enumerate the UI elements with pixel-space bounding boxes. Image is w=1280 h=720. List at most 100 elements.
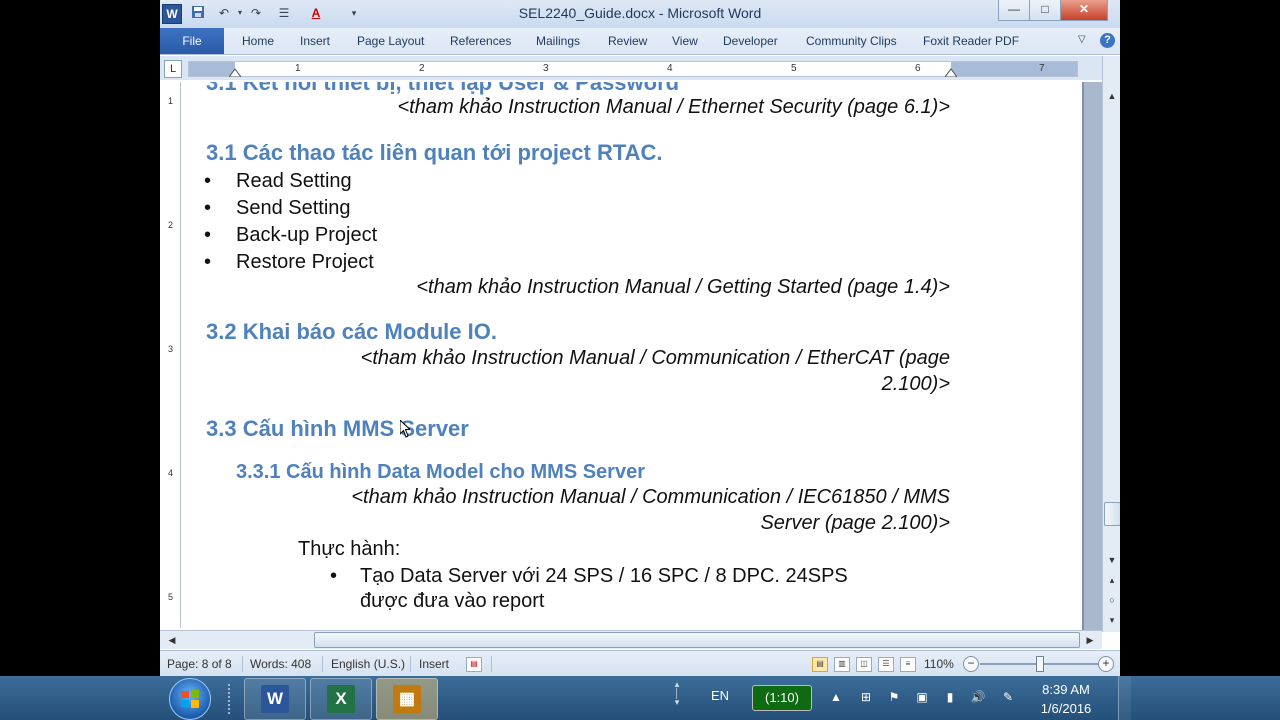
- language-status[interactable]: English (U.S.): [331, 657, 405, 671]
- print-layout-view-icon[interactable]: ▤: [812, 657, 828, 672]
- status-bar: Page: 8 of 8 Words: 408 English (U.S.) I…: [160, 650, 1120, 676]
- word-count[interactable]: Words: 408: [250, 657, 311, 671]
- windows-flag-tray-icon[interactable]: ⊞: [858, 689, 874, 705]
- list-item[interactable]: Read Setting: [236, 170, 352, 193]
- scroll-right-icon[interactable]: ▶: [1082, 632, 1098, 648]
- show-desktop-button[interactable]: [1118, 676, 1131, 720]
- ruler-number: 4: [667, 63, 673, 74]
- web-layout-icon[interactable]: ◫: [856, 657, 872, 672]
- macro-record-icon[interactable]: ▤: [466, 657, 482, 672]
- divider: [410, 656, 411, 672]
- input-language[interactable]: EN: [711, 688, 729, 703]
- word-icon: W: [261, 685, 289, 713]
- tab-developer[interactable]: Developer: [723, 28, 778, 54]
- list-item[interactable]: Back-up Project: [236, 224, 377, 247]
- practice-item-line1[interactable]: Tạo Data Server với 24 SPS / 16 SPC / 8 …: [360, 565, 848, 588]
- draft-view-icon[interactable]: ≡: [900, 657, 916, 672]
- next-page-icon[interactable]: ▾: [1104, 612, 1120, 628]
- tab-insert[interactable]: Insert: [300, 28, 330, 54]
- divider: [491, 656, 492, 672]
- network-icon[interactable]: ▣: [914, 689, 930, 705]
- scroll-down-icon[interactable]: ▼: [1104, 552, 1120, 568]
- reference-iec61850-line2[interactable]: Server (page 2.100)>: [272, 512, 950, 535]
- horizontal-scroll-thumb[interactable]: [314, 632, 1080, 648]
- battery-indicator[interactable]: (1:10): [752, 685, 812, 711]
- taskbar-scroll-icon[interactable]: ▴ │ ▾: [672, 680, 682, 716]
- tab-page-layout[interactable]: Page Layout: [357, 28, 424, 54]
- vruler-number: 3: [168, 344, 174, 354]
- full-screen-reading-icon[interactable]: ▥: [834, 657, 850, 672]
- insert-mode-status[interactable]: Insert: [419, 657, 449, 671]
- tab-foxit-reader-pdf[interactable]: Foxit Reader PDF: [923, 28, 1019, 54]
- reference-ethercat-line1[interactable]: <tham khảo Instruction Manual / Communic…: [272, 347, 950, 370]
- list-item[interactable]: Send Setting: [236, 197, 351, 220]
- taskbar-excel-button[interactable]: X: [310, 678, 372, 720]
- ribbon-tabs: File Home Insert Page Layout References …: [160, 28, 1120, 55]
- tab-home[interactable]: Home: [242, 28, 274, 54]
- bullet-icon: •: [204, 224, 212, 246]
- horizontal-ruler[interactable]: 1 2 3 4 5 6 7: [188, 61, 1078, 77]
- reference-ethercat-line2[interactable]: 2.100)>: [272, 373, 950, 396]
- vertical-ruler[interactable]: 1 2 3 4 5: [166, 82, 181, 628]
- zoom-out-button[interactable]: −: [963, 656, 979, 672]
- practice-label[interactable]: Thực hành:: [298, 538, 400, 561]
- page-count[interactable]: Page: 8 of 8: [167, 657, 232, 671]
- scroll-up-icon[interactable]: ▲: [1104, 88, 1120, 104]
- heading-section-3-3-1[interactable]: 3.3.1 Cấu hình Data Model cho MMS Server: [236, 461, 645, 484]
- tab-review[interactable]: Review: [608, 28, 647, 54]
- practice-item-line2[interactable]: được đưa vào report: [360, 590, 544, 613]
- taskbar-word-button[interactable]: W: [244, 678, 306, 720]
- list-item[interactable]: Restore Project: [236, 251, 374, 274]
- tab-file[interactable]: File: [160, 28, 224, 54]
- volume-icon[interactable]: 🔊: [970, 689, 986, 705]
- zoom-level[interactable]: 110%: [924, 657, 954, 671]
- divider: [322, 656, 323, 672]
- select-browse-object-icon[interactable]: ○: [1104, 592, 1120, 608]
- action-center-flag-icon[interactable]: ⚑: [886, 689, 902, 705]
- document-page[interactable]: 3.1 Kết nối thiết bị, thiết lập User & P…: [182, 82, 1084, 630]
- indent-marker-icon[interactable]: [229, 67, 241, 77]
- heading-connect-device[interactable]: 3.1 Kết nối thiết bị, thiết lập User & P…: [206, 82, 679, 96]
- battery-tray-icon[interactable]: ▮: [942, 689, 958, 705]
- reference-ethernet-security[interactable]: <tham khảo Instruction Manual / Ethernet…: [332, 96, 950, 119]
- horizontal-scrollbar[interactable]: ◀ ▶: [160, 630, 1102, 649]
- start-button[interactable]: [169, 678, 211, 720]
- tab-selector[interactable]: L: [164, 60, 182, 78]
- scroll-left-icon[interactable]: ◀: [164, 632, 180, 648]
- tab-references[interactable]: References: [450, 28, 511, 54]
- outline-view-icon[interactable]: ☰: [878, 657, 894, 672]
- heading-section-3-2[interactable]: 3.2 Khai báo các Module IO.: [206, 319, 497, 345]
- document-area[interactable]: 3.1 Kết nối thiết bị, thiết lập User & P…: [182, 82, 1102, 630]
- app-icon: ▦: [393, 685, 421, 713]
- minimize-ribbon-icon[interactable]: ▽: [1078, 34, 1086, 45]
- zoom-slider-thumb[interactable]: [1036, 656, 1044, 672]
- tab-view[interactable]: View: [672, 28, 698, 54]
- bullet-icon: •: [204, 251, 212, 273]
- bullet-icon: •: [330, 565, 338, 587]
- ruler-number: 2: [419, 63, 425, 74]
- system-clock[interactable]: 8:39 AM 1/6/2016: [1024, 680, 1108, 718]
- vertical-scrollbar[interactable]: ▲ ▼ ▴ ○ ▾: [1102, 56, 1120, 632]
- maximize-button[interactable]: □: [1029, 0, 1061, 21]
- previous-page-icon[interactable]: ▴: [1104, 572, 1120, 588]
- taskbar-grip: [228, 684, 236, 714]
- taskbar-app-button[interactable]: ▦: [376, 678, 438, 720]
- heading-section-3-3[interactable]: 3.3 Cấu hình MMS Server: [206, 416, 469, 442]
- reference-iec61850-line1[interactable]: <tham khảo Instruction Manual / Communic…: [272, 486, 950, 509]
- reference-getting-started[interactable]: <tham khảo Instruction Manual / Getting …: [332, 276, 950, 299]
- close-button[interactable]: ✕: [1060, 0, 1108, 21]
- divider: [242, 656, 243, 672]
- document-content[interactable]: 3.1 Kết nối thiết bị, thiết lập User & P…: [182, 82, 1082, 630]
- vertical-scroll-thumb[interactable]: [1104, 502, 1120, 526]
- pen-tray-icon[interactable]: ✎: [1000, 689, 1016, 705]
- tab-community-clips[interactable]: Community Clips: [806, 28, 897, 54]
- zoom-in-button[interactable]: +: [1098, 656, 1114, 672]
- minimize-button[interactable]: —: [998, 0, 1030, 21]
- tab-mailings[interactable]: Mailings: [536, 28, 580, 54]
- heading-section-3-1[interactable]: 3.1 Các thao tác liên quan tới project R…: [206, 140, 663, 166]
- help-icon[interactable]: ?: [1100, 33, 1115, 48]
- title-bar: W ↶ ▾ ↷ ☰ A ▾ SEL2240_Guide.docx - Micro…: [160, 0, 1120, 28]
- mouse-cursor-icon: [400, 420, 410, 438]
- show-hidden-icons-icon[interactable]: ▲: [828, 689, 844, 705]
- right-indent-marker-icon[interactable]: [945, 67, 957, 77]
